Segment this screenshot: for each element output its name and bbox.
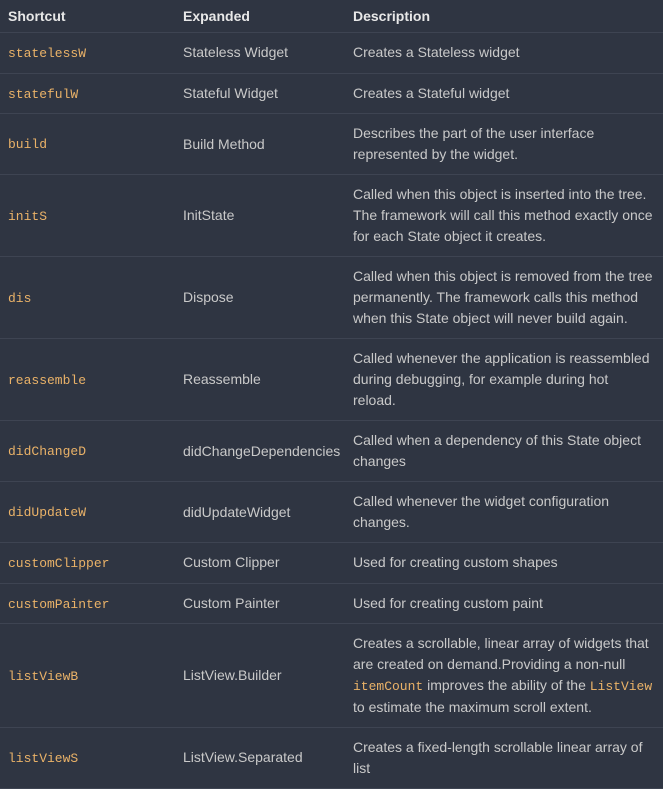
cell-expanded: Stateless Widget (175, 33, 345, 74)
cell-expanded: Custom Painter (175, 583, 345, 624)
table-row: build Build MethodDescribes the part of t… (0, 114, 663, 175)
shortcut-code: statefulW (8, 87, 78, 102)
cell-description: Creates a scrollable, linear array of wi… (345, 624, 663, 728)
cell-shortcut: reassemble (0, 339, 175, 421)
cell-shortcut: customPainter (0, 583, 175, 624)
shortcut-code: listViewB (8, 669, 78, 684)
cell-description: Creates a Stateless widget (345, 33, 663, 74)
cell-shortcut: build (0, 114, 175, 175)
cell-description: Called when this object is inserted into… (345, 175, 663, 257)
cell-expanded: Reassemble (175, 339, 345, 421)
cell-description: Describes the part of the user interface… (345, 114, 663, 175)
table-header-row: Shortcut Expanded Description (0, 0, 663, 33)
cell-shortcut: listViewS (0, 727, 175, 788)
table-row: initS InitStateCalled when this object is… (0, 175, 663, 257)
cell-shortcut: statefulW (0, 73, 175, 114)
shortcut-code: listViewS (8, 751, 78, 766)
cell-expanded: Stateful Widget (175, 73, 345, 114)
description-text: improves the ability of the (423, 677, 590, 693)
shortcut-code: initS (8, 209, 47, 224)
cell-expanded: Custom Clipper (175, 543, 345, 584)
header-shortcut: Shortcut (0, 0, 175, 33)
cell-shortcut: initS (0, 175, 175, 257)
snippets-table: Shortcut Expanded Description statelessW… (0, 0, 663, 789)
cell-shortcut: didChangeD (0, 421, 175, 482)
shortcut-code: didChangeD (8, 444, 86, 459)
shortcut-code: build (8, 137, 47, 152)
cell-expanded: didChangeDependencies (175, 421, 345, 482)
inline-code: ListView (590, 679, 652, 694)
cell-expanded: didUpdateWidget (175, 482, 345, 543)
cell-expanded: Build Method (175, 114, 345, 175)
cell-description: Called when this object is removed from … (345, 257, 663, 339)
cell-shortcut: customClipper (0, 543, 175, 584)
description-text: Creates a scrollable, linear array of wi… (353, 635, 649, 672)
cell-description: Called whenever the application is reass… (345, 339, 663, 421)
table-row: listViewS ListView.SeparatedCreates a fix… (0, 727, 663, 788)
cell-description: Used for creating custom shapes (345, 543, 663, 584)
table-row: customPainter Custom PainterUsed for crea… (0, 583, 663, 624)
header-expanded: Expanded (175, 0, 345, 33)
cell-shortcut: listViewB (0, 624, 175, 728)
cell-shortcut: statelessW (0, 33, 175, 74)
cell-expanded: ListView.Builder (175, 624, 345, 728)
table-row: dis DisposeCalled when this object is rem… (0, 257, 663, 339)
shortcut-code: dis (8, 291, 31, 306)
shortcut-code: customClipper (8, 556, 109, 571)
table-row: didChangeD didChangeDependenciesCalled wh… (0, 421, 663, 482)
table-row: customClipper Custom ClipperUsed for crea… (0, 543, 663, 584)
shortcut-code: statelessW (8, 46, 86, 61)
cell-description: Called when a dependency of this State o… (345, 421, 663, 482)
cell-expanded: ListView.Separated (175, 727, 345, 788)
cell-shortcut: dis (0, 257, 175, 339)
cell-description: Creates a Stateful widget (345, 73, 663, 114)
header-description: Description (345, 0, 663, 33)
table-row: reassemble ReassembleCalled whenever the … (0, 339, 663, 421)
cell-expanded: InitState (175, 175, 345, 257)
shortcut-code: reassemble (8, 373, 86, 388)
table-row: statefulW Stateful WidgetCreates a Statef… (0, 73, 663, 114)
table-row: statelessW Stateless WidgetCreates a Stat… (0, 33, 663, 74)
cell-expanded: Dispose (175, 257, 345, 339)
shortcut-code: customPainter (8, 597, 109, 612)
table-row: listViewB ListView.BuilderCreates a scrol… (0, 624, 663, 728)
inline-code: itemCount (353, 679, 423, 694)
cell-description: Used for creating custom paint (345, 583, 663, 624)
cell-description: Called whenever the widget configuration… (345, 482, 663, 543)
description-text: to estimate the maximum scroll extent. (353, 699, 592, 715)
cell-description: Creates a fixed-length scrollable linear… (345, 727, 663, 788)
table-row: didUpdateW didUpdateWidgetCalled whenever… (0, 482, 663, 543)
shortcut-code: didUpdateW (8, 505, 86, 520)
cell-shortcut: didUpdateW (0, 482, 175, 543)
